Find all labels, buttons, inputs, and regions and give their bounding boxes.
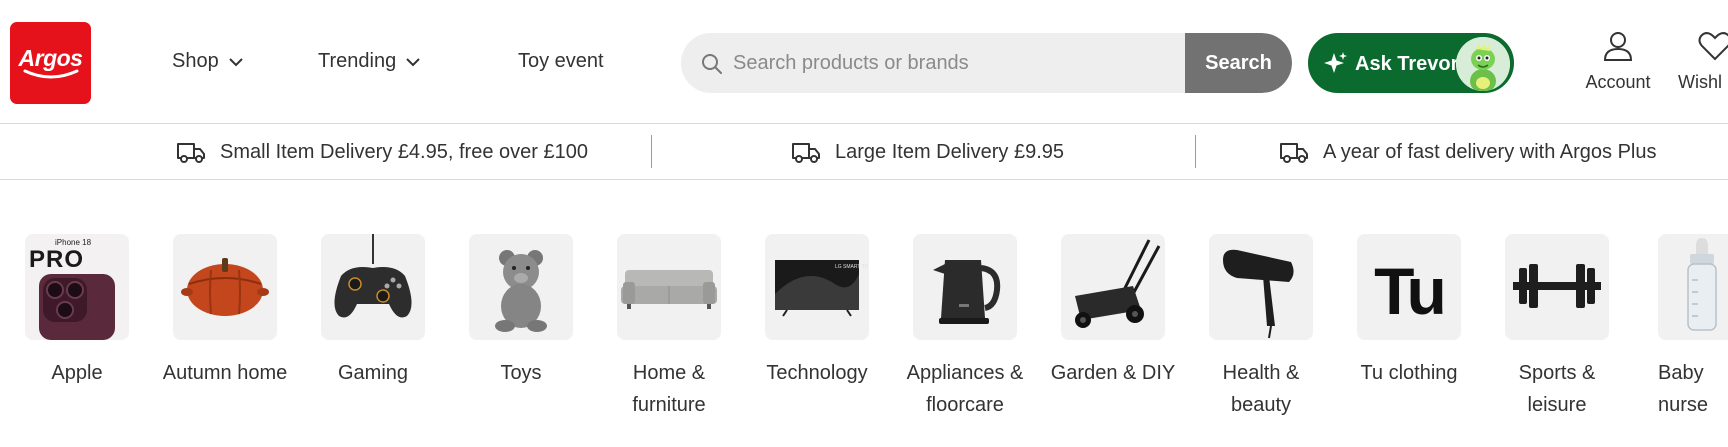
search-bar: Search [681,33,1292,93]
category-label: Home & furniture [632,362,706,416]
category-label: Apple [51,362,103,384]
sparkle-icon [1324,52,1347,73]
nav-toy-event-label: Toy event [518,50,604,72]
truck-icon [1280,143,1308,163]
tu-logo-image: Tu [1357,234,1461,340]
delivery-info-strip: Small Item Delivery £4.95, free over £10… [0,124,1728,180]
nav-trending-label: Trending [318,50,397,72]
nav-trending[interactable]: Trending [318,50,420,73]
truck-icon [792,143,820,163]
category-sports-leisure[interactable]: Sports & leisure [1492,234,1622,421]
hair-dryer-image [1209,234,1313,340]
truck-icon [177,143,205,163]
category-label: Sports & leisure [1518,362,1596,416]
wishlist-label: Wishl [1678,72,1722,92]
category-tu-clothing[interactable]: Tu Tu clothing [1344,234,1474,389]
heart-icon [1698,32,1728,61]
logo-text: Argos [18,44,83,71]
ask-trevor-label: Ask Trevor [1355,53,1459,75]
tu-logo-text: Tu [1374,254,1444,328]
argos-logo[interactable]: Argos [10,22,91,104]
category-label: Garden & DIY [1050,362,1176,384]
delivery-argos-plus-text: A year of fast delivery with Argos Plus [1323,140,1657,163]
category-label: Toys [500,362,542,384]
ask-trevor-button[interactable]: Ask Trevor [1308,33,1514,93]
nav-shop[interactable]: Shop [172,50,243,73]
category-baby-nursery[interactable]: Baby nurse [1640,234,1728,421]
logo-swoosh-icon [23,69,78,78]
category-health-beauty[interactable]: Health & beauty [1196,234,1326,421]
trevor-dinosaur-avatar [1456,37,1510,91]
television-image: LG SMART TV [765,234,869,340]
category-gaming[interactable]: Gaming [308,234,438,389]
chevron-down-icon [406,57,420,66]
account-link[interactable]: Account [1580,30,1656,93]
category-carousel: iPhone 18 PRO Apple Autumn home Gaming T… [0,234,1728,447]
category-label: Technology [766,362,868,384]
delivery-large-item-text: Large Item Delivery £9.95 [835,140,1065,163]
lawn-mower-image [1061,234,1165,340]
divider [651,135,652,168]
category-technology[interactable]: LG SMART TV Technology [752,234,882,389]
search-button[interactable]: Search [1185,33,1292,93]
search-icon [702,54,722,74]
user-icon [1603,32,1633,61]
category-label: Baby nurse [1658,362,1709,416]
delivery-large-item[interactable]: Large Item Delivery £9.95 [791,140,1064,164]
game-controller-image [321,234,425,340]
category-home-furniture[interactable]: Home & furniture [604,234,734,421]
tv-brand-text: LG SMART TV [835,264,869,270]
site-header: Argos Shop Trending Toy event Search Ask… [0,0,1728,124]
pumpkin-casserole-pot-image [173,234,277,340]
delivery-small-item[interactable]: Small Item Delivery £4.95, free over £10… [176,140,588,164]
wishlist-link[interactable]: Wishl [1678,30,1728,93]
teddy-bear-image [469,234,573,340]
category-autumn-home[interactable]: Autumn home [160,234,290,389]
iphone-image: iPhone 18 PRO [25,234,129,340]
delivery-small-item-text: Small Item Delivery £4.95, free over £10… [220,140,588,163]
category-garden-diy[interactable]: Garden & DIY [1048,234,1178,389]
nav-toy-event[interactable]: Toy event [518,50,604,73]
delivery-argos-plus[interactable]: A year of fast delivery with Argos Plus [1279,140,1657,164]
category-label: Appliances & floorcare [906,362,1024,416]
dumbbell-image [1505,234,1609,340]
category-apple[interactable]: iPhone 18 PRO Apple [12,234,142,389]
kettle-image [913,234,1017,340]
category-label: Tu clothing [1360,362,1458,384]
category-label: Health & beauty [1222,362,1300,416]
category-label: Autumn home [162,362,288,384]
category-toys[interactable]: Toys [456,234,586,389]
divider [1195,135,1196,168]
account-label: Account [1585,72,1651,92]
iphone-tile-badge: PRO [29,246,84,273]
category-appliances-floorcare[interactable]: Appliances & floorcare [900,234,1030,421]
search-input[interactable] [733,33,1233,93]
category-label: Gaming [337,362,409,384]
sofa-image [617,234,721,340]
baby-bottle-image [1658,234,1728,340]
chevron-down-icon [229,57,243,66]
nav-shop-label: Shop [172,50,219,72]
